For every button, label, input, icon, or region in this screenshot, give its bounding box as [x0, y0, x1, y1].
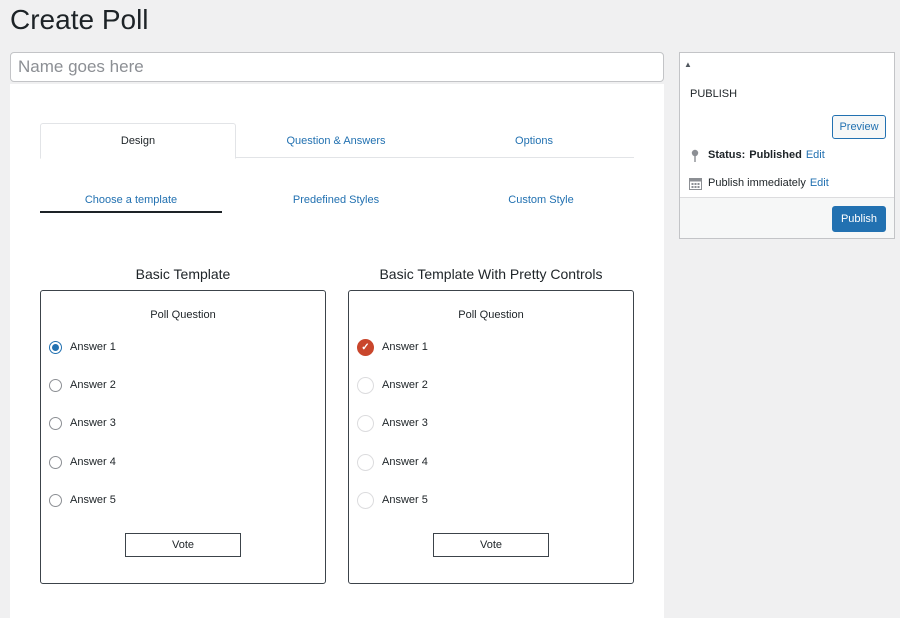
- template-title: Basic Template: [135, 266, 231, 282]
- schedule-edit-link[interactable]: Edit: [810, 177, 829, 189]
- answer-option[interactable]: Answer 5: [357, 491, 428, 509]
- answer-label: Answer 1: [382, 341, 428, 353]
- radio-icon[interactable]: [49, 455, 62, 469]
- calendar-icon: [688, 176, 702, 190]
- status-label: Status:: [708, 149, 746, 161]
- answer-option[interactable]: Answer 2: [357, 376, 428, 394]
- pin-icon: [688, 148, 702, 162]
- tab-question-answers[interactable]: Question & Answers: [238, 123, 434, 159]
- pretty-radio-icon[interactable]: [357, 491, 374, 509]
- publish-button[interactable]: Publish: [832, 206, 886, 232]
- answer-option[interactable]: Answer 4: [49, 453, 116, 471]
- radio-icon[interactable]: [49, 378, 62, 392]
- publish-footer: Publish: [680, 197, 894, 238]
- answer-option[interactable]: Answer 2: [49, 376, 116, 394]
- answer-option[interactable]: Answer 4: [357, 453, 428, 471]
- status-edit-link[interactable]: Edit: [806, 149, 825, 161]
- status-value: Published: [749, 149, 802, 161]
- checkmark-icon[interactable]: ✓: [357, 338, 374, 356]
- main-tabs: Design Question & Answers Options: [40, 123, 634, 159]
- answer-option[interactable]: ✓ Answer 1: [357, 338, 428, 356]
- publish-heading: PUBLISH: [690, 88, 738, 100]
- triangle-up-icon[interactable]: ▲: [684, 60, 692, 69]
- poll-name-input[interactable]: [10, 52, 664, 82]
- subtab-predefined-styles[interactable]: Predefined Styles: [245, 188, 427, 212]
- radio-icon[interactable]: [49, 416, 62, 430]
- answer-label: Answer 3: [70, 417, 116, 429]
- answer-option[interactable]: Answer 1: [49, 338, 116, 356]
- template-preview-box[interactable]: Poll Question Answer 1 Answer 2 Answer 3…: [40, 290, 326, 584]
- preview-button[interactable]: Preview: [832, 115, 886, 139]
- vote-button[interactable]: Vote: [433, 533, 549, 557]
- answer-label: Answer 4: [70, 456, 116, 468]
- answer-label: Answer 4: [382, 456, 428, 468]
- page-title: Create Poll: [10, 4, 149, 35]
- template-preview-box[interactable]: Poll Question ✓ Answer 1 Answer 2 Answer…: [348, 290, 634, 584]
- template-basic[interactable]: Basic Template Poll Question Answer 1 An…: [40, 264, 326, 584]
- radio-checked-icon[interactable]: [49, 340, 62, 354]
- answer-option[interactable]: Answer 5: [49, 491, 116, 509]
- answer-label: Answer 5: [70, 494, 116, 506]
- answer-label: Answer 1: [70, 341, 116, 353]
- template-title: Basic Template With Pretty Controls: [379, 266, 603, 282]
- poll-question: Poll Question: [150, 309, 216, 321]
- design-subtabs: Choose a template Predefined Styles Cust…: [40, 188, 634, 214]
- answer-label: Answer 3: [382, 417, 428, 429]
- pretty-radio-icon[interactable]: [357, 453, 374, 471]
- pretty-radio-icon[interactable]: [357, 376, 374, 394]
- publish-box: ▲ PUBLISH Preview Status: Published Edit…: [679, 52, 895, 239]
- radio-icon[interactable]: [49, 493, 62, 507]
- answer-option[interactable]: Answer 3: [49, 414, 116, 432]
- answer-label: Answer 2: [382, 379, 428, 391]
- pretty-radio-icon[interactable]: [357, 414, 374, 432]
- subtab-choose-template[interactable]: Choose a template: [40, 188, 222, 213]
- tab-design[interactable]: Design: [40, 123, 236, 159]
- answer-option[interactable]: Answer 3: [357, 414, 428, 432]
- poll-question: Poll Question: [458, 309, 524, 321]
- main-panel: Design Question & Answers Options Choose…: [10, 84, 664, 618]
- schedule-text: Publish immediately: [708, 177, 806, 189]
- tab-options[interactable]: Options: [436, 123, 632, 159]
- vote-button[interactable]: Vote: [125, 533, 241, 557]
- answer-label: Answer 2: [70, 379, 116, 391]
- answer-label: Answer 5: [382, 494, 428, 506]
- subtab-custom-style[interactable]: Custom Style: [450, 188, 632, 212]
- schedule-row: Publish immediately Edit: [688, 176, 829, 190]
- template-pretty-controls[interactable]: Basic Template With Pretty Controls Poll…: [348, 264, 634, 584]
- status-row: Status: Published Edit: [688, 148, 825, 162]
